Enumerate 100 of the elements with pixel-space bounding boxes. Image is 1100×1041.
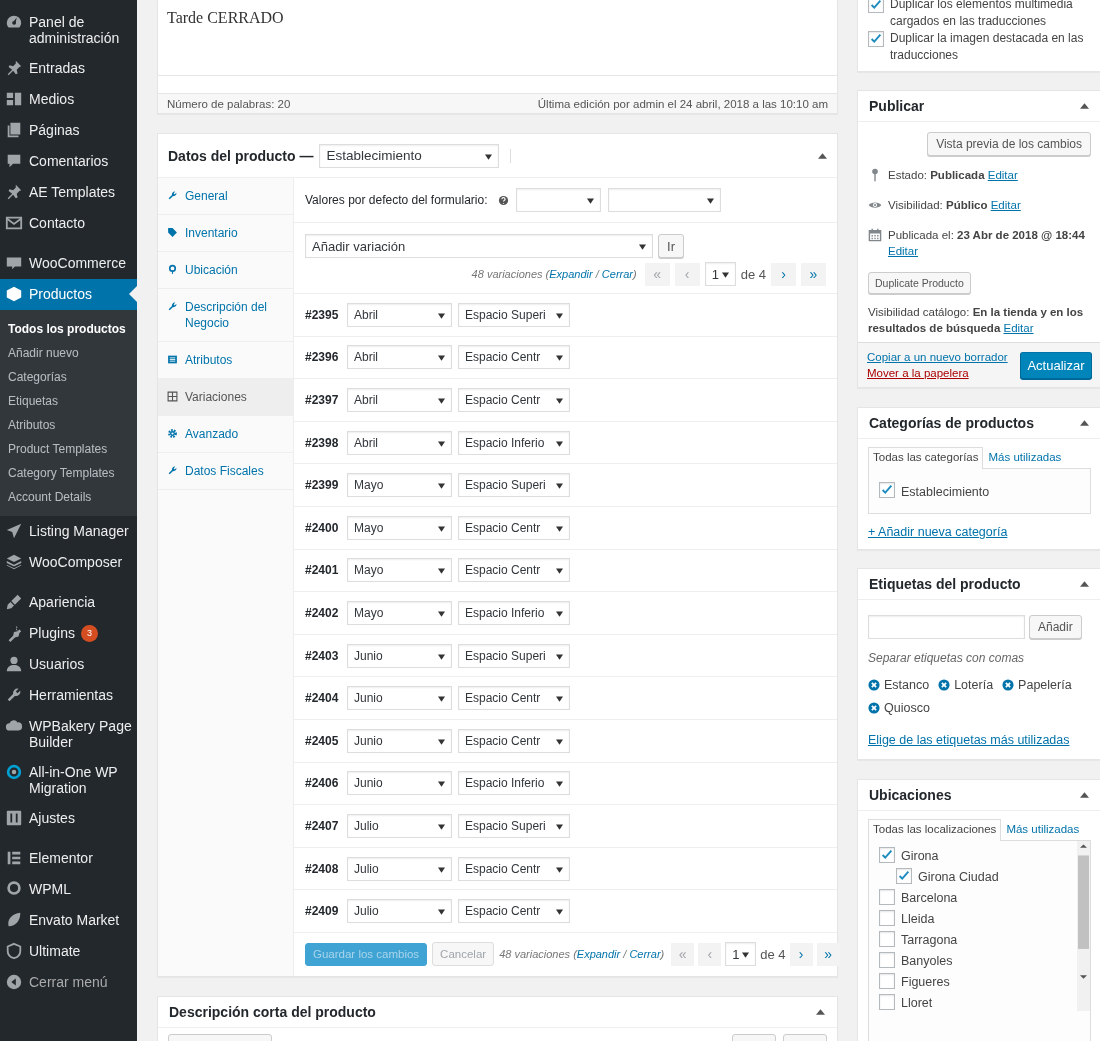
space-dropdown[interactable]: Espacio Superi bbox=[458, 473, 570, 498]
space-dropdown[interactable]: Espacio Centr bbox=[458, 899, 570, 924]
product-tab[interactable]: Variaciones bbox=[158, 379, 293, 416]
help-icon[interactable] bbox=[497, 194, 509, 206]
space-dropdown[interactable]: Espacio Superi bbox=[458, 643, 570, 668]
product-tab[interactable]: Datos Fiscales bbox=[158, 453, 293, 490]
menu-item[interactable]: Listing Manager bbox=[0, 516, 137, 547]
collapse-toggle-icon[interactable] bbox=[816, 1008, 825, 1015]
edit-link[interactable]: Editar bbox=[888, 245, 919, 257]
editor-area[interactable]: Tarde CERRADO bbox=[158, 0, 837, 76]
collapse-toggle-icon[interactable] bbox=[818, 152, 827, 159]
menu-item[interactable]: Productos bbox=[0, 279, 137, 310]
space-dropdown[interactable]: Espacio Centr bbox=[458, 345, 570, 370]
space-dropdown[interactable]: Espacio Centr bbox=[458, 728, 570, 753]
menu-item[interactable]: Panel de administración bbox=[0, 7, 137, 53]
checkbox[interactable] bbox=[879, 931, 895, 947]
checkbox[interactable] bbox=[896, 868, 912, 884]
checkbox[interactable] bbox=[879, 910, 895, 926]
space-dropdown[interactable]: Espacio Inferio bbox=[458, 430, 570, 455]
menu-item[interactable]: Entradas bbox=[0, 53, 137, 84]
edit-link[interactable]: Editar bbox=[987, 169, 1018, 181]
submenu-item[interactable]: Todos los productos bbox=[0, 317, 137, 341]
menu-item[interactable]: WooComposer bbox=[0, 547, 137, 578]
update-button[interactable]: Actualizar bbox=[1020, 351, 1092, 379]
expand-link[interactable]: Expandir bbox=[549, 268, 593, 280]
remove-icon[interactable] bbox=[868, 679, 880, 691]
month-dropdown[interactable]: Julio bbox=[347, 899, 452, 924]
checkbox[interactable] bbox=[879, 889, 895, 905]
menu-item[interactable]: WooCommerce bbox=[0, 248, 137, 279]
submenu-item[interactable]: Etiquetas bbox=[0, 389, 137, 413]
menu-item[interactable]: Ajustes bbox=[0, 803, 137, 834]
month-dropdown[interactable]: Junio bbox=[347, 771, 452, 796]
menu-item[interactable]: Comentarios bbox=[0, 146, 137, 177]
space-dropdown[interactable]: Espacio Centr bbox=[458, 686, 570, 711]
month-dropdown[interactable]: Mayo bbox=[347, 473, 452, 498]
space-dropdown[interactable]: Espacio Centr bbox=[458, 515, 570, 540]
page-dropdown[interactable]: 1 bbox=[725, 942, 757, 967]
month-dropdown[interactable]: Abril bbox=[347, 388, 452, 412]
submenu-item[interactable]: Product Templates bbox=[0, 437, 137, 461]
submenu-item[interactable]: Account Details bbox=[0, 485, 137, 509]
remove-icon[interactable] bbox=[868, 702, 880, 714]
trash-link[interactable]: Mover a la papelera bbox=[867, 367, 1008, 379]
month-dropdown[interactable]: Junio bbox=[347, 728, 452, 753]
page-dropdown[interactable]: 1 bbox=[704, 262, 736, 286]
category-tab[interactable]: Más utilizadas bbox=[983, 447, 1067, 468]
space-dropdown[interactable]: Espacio Inferio bbox=[458, 771, 570, 796]
menu-item[interactable]: WPML bbox=[0, 874, 137, 905]
month-dropdown[interactable]: Abril bbox=[347, 430, 452, 455]
checkbox[interactable] bbox=[879, 973, 895, 989]
month-dropdown[interactable]: Mayo bbox=[347, 558, 452, 583]
edit-link[interactable]: Editar bbox=[990, 199, 1021, 211]
add-category-link[interactable]: + Añadir nueva categoría bbox=[868, 525, 1008, 539]
menu-item[interactable]: Contacto bbox=[0, 208, 137, 239]
submenu-item[interactable]: Category Templates bbox=[0, 461, 137, 485]
collapse-toggle-icon[interactable] bbox=[1080, 103, 1089, 109]
remove-icon[interactable] bbox=[938, 679, 951, 691]
space-dropdown[interactable]: Espacio Centr bbox=[458, 388, 570, 412]
collapse-toggle-icon[interactable] bbox=[1080, 792, 1089, 798]
submenu-item[interactable]: Atributos bbox=[0, 413, 137, 437]
menu-item[interactable]: Elementor bbox=[0, 843, 137, 874]
product-tab[interactable]: Inventario bbox=[158, 215, 293, 252]
scrollbar[interactable] bbox=[1077, 841, 1090, 1011]
collapse-link[interactable]: Cerrar bbox=[601, 268, 633, 280]
expand-link[interactable]: Expandir bbox=[576, 948, 621, 961]
menu-item[interactable]: Ultimate bbox=[0, 936, 137, 967]
collapse-link[interactable]: Cerrar bbox=[629, 948, 661, 961]
page-nav-button[interactable]: › bbox=[771, 262, 796, 286]
go-button[interactable]: Ir bbox=[658, 234, 684, 258]
category-tab[interactable]: Todas las categorías bbox=[868, 447, 984, 469]
preview-button[interactable]: Vista previa de los cambios bbox=[927, 132, 1091, 156]
checkbox[interactable] bbox=[868, 0, 884, 13]
collapse-menu-button[interactable]: Cerrar menú bbox=[0, 967, 137, 998]
collapse-toggle-icon[interactable] bbox=[1080, 420, 1089, 426]
menu-item[interactable]: Herramientas bbox=[0, 680, 137, 711]
edit-link[interactable]: Editar bbox=[1003, 322, 1034, 334]
checkbox[interactable] bbox=[868, 31, 884, 47]
checkbox[interactable] bbox=[879, 952, 895, 968]
menu-item[interactable]: Plugins 3 bbox=[0, 618, 137, 649]
duplicate-button[interactable]: Duplicate Producto bbox=[868, 272, 971, 294]
submenu-item[interactable]: Añadir nuevo bbox=[0, 341, 137, 365]
month-dropdown[interactable]: Abril bbox=[347, 345, 452, 370]
menu-item[interactable]: Apariencia bbox=[0, 587, 137, 618]
menu-item[interactable]: Usuarios bbox=[0, 649, 137, 680]
space-dropdown[interactable]: Espacio Superi bbox=[458, 302, 570, 327]
month-dropdown[interactable]: Junio bbox=[347, 643, 452, 668]
location-tab[interactable]: Todas las localizaciones bbox=[868, 819, 1002, 841]
month-dropdown[interactable]: Mayo bbox=[347, 515, 452, 540]
product-type-dropdown[interactable]: Establecimiento bbox=[319, 143, 500, 168]
copy-draft-link[interactable]: Copiar a un nuevo borrador bbox=[867, 351, 1008, 363]
page-nav-button[interactable]: › bbox=[789, 942, 813, 966]
bulk-action-dropdown[interactable]: Añadir variación bbox=[305, 234, 653, 258]
location-tab[interactable]: Más utilizadas bbox=[1001, 819, 1085, 840]
checkbox[interactable] bbox=[879, 994, 895, 1010]
remove-icon[interactable] bbox=[1002, 679, 1015, 691]
menu-item[interactable]: WPBakery Page Builder bbox=[0, 711, 137, 757]
space-dropdown[interactable]: Espacio Centr bbox=[458, 856, 570, 881]
product-tab[interactable]: Descripción del Negocio bbox=[158, 289, 293, 342]
menu-item[interactable]: Envato Market bbox=[0, 905, 137, 936]
page-nav-button[interactable]: » bbox=[816, 942, 840, 966]
checkbox[interactable] bbox=[879, 482, 895, 498]
